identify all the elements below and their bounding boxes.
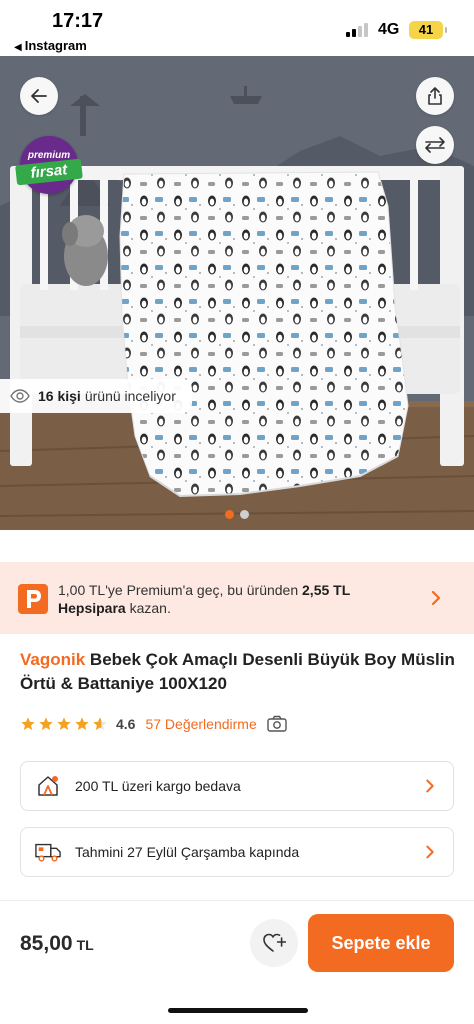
delivery-text: Tahmini 27 Eylül Çarşamba kapında	[75, 844, 300, 860]
premium-amount: 2,55 TL	[302, 582, 351, 598]
carousel-dots	[0, 510, 474, 519]
cargo-icon	[35, 773, 61, 799]
product-photo	[0, 56, 474, 530]
premium-line-prefix: 1,00 TL'ye Premium'a geç, bu üründen	[58, 582, 299, 598]
network-type: 4G	[378, 21, 400, 38]
add-to-list-button[interactable]	[250, 919, 298, 967]
premium-p-icon	[18, 584, 48, 614]
battery-level: 41	[418, 22, 434, 37]
star-rating	[20, 716, 108, 732]
product-name: Bebek Çok Amaçlı Desenli Büyük Boy Müsli…	[20, 650, 455, 693]
chevron-right-icon	[421, 777, 439, 795]
bottom-action-bar: 85,00 TL Sepete ekle	[0, 900, 474, 1024]
eye-icon	[10, 389, 30, 403]
back-triangle-icon: ◀	[14, 42, 22, 53]
delivery-estimate-card[interactable]: Tahmini 27 Eylül Çarşamba kapında	[20, 827, 454, 877]
badge-bottom-label: fırsat	[15, 158, 83, 186]
compare-arrows-icon	[425, 137, 445, 153]
premium-banner-text: 1,00 TL'ye Premium'a geç, bu üründen 2,5…	[58, 581, 408, 617]
viewers-count: 16 kişi	[38, 388, 81, 404]
arrow-left-icon	[31, 89, 47, 103]
star-icon	[39, 717, 53, 730]
compare-button[interactable]	[416, 126, 454, 164]
chevron-right-icon	[431, 590, 441, 606]
share-icon	[428, 87, 442, 105]
viewers-text: ürünü inceliyor	[84, 388, 176, 404]
home-indicator[interactable]	[168, 1008, 308, 1013]
back-button[interactable]	[20, 77, 58, 115]
price: 85,00 TL	[20, 932, 94, 956]
half-star-icon	[93, 717, 107, 730]
premium-banner[interactable]: 1,00 TL'ye Premium'a geç, bu üründen 2,5…	[0, 562, 474, 634]
shipping-text: 200 TL üzeri kargo bedava	[75, 778, 241, 794]
back-to-app-link[interactable]: ◀ Instagram	[14, 38, 87, 53]
star-icon	[57, 717, 71, 730]
free-shipping-card[interactable]: 200 TL üzeri kargo bedava	[20, 761, 454, 811]
status-time: 17:17	[52, 10, 104, 32]
back-app-label: Instagram	[24, 38, 87, 53]
star-icon	[21, 717, 35, 730]
truck-icon	[35, 839, 61, 865]
product-title: Vagonik Bebek Çok Amaçlı Desenli Büyük B…	[20, 648, 460, 696]
rating-value: 4.6	[116, 716, 136, 732]
add-to-cart-button[interactable]: Sepete ekle	[308, 914, 454, 972]
status-bar: 17:17 ◀ Instagram 4G 41	[0, 0, 474, 56]
share-button[interactable]	[416, 77, 454, 115]
camera-icon[interactable]	[267, 715, 287, 733]
heart-plus-icon	[263, 933, 286, 952]
premium-firsat-badge: premium fırsat	[15, 136, 83, 194]
battery-icon: 41	[409, 21, 447, 39]
chevron-right-icon	[421, 843, 439, 861]
carousel-dot[interactable]	[240, 510, 249, 519]
product-image-carousel[interactable]: premium fırsat 16 kişi ürünü inceliyor	[0, 56, 474, 530]
star-icon	[75, 717, 89, 730]
signal-icon	[346, 23, 372, 37]
carousel-dot[interactable]	[225, 510, 234, 519]
product-brand-link[interactable]: Vagonik	[20, 650, 85, 669]
review-count-link[interactable]: 57 Değerlendirme	[145, 716, 256, 732]
premium-brand: Hepsipara	[58, 600, 126, 616]
price-currency: TL	[76, 937, 94, 953]
premium-suffix: kazan.	[129, 600, 171, 616]
price-value: 85,00	[20, 932, 73, 955]
rating-row[interactable]: 4.6 57 Değerlendirme	[20, 713, 287, 735]
viewers-pill: 16 kişi ürünü inceliyor	[0, 379, 192, 413]
